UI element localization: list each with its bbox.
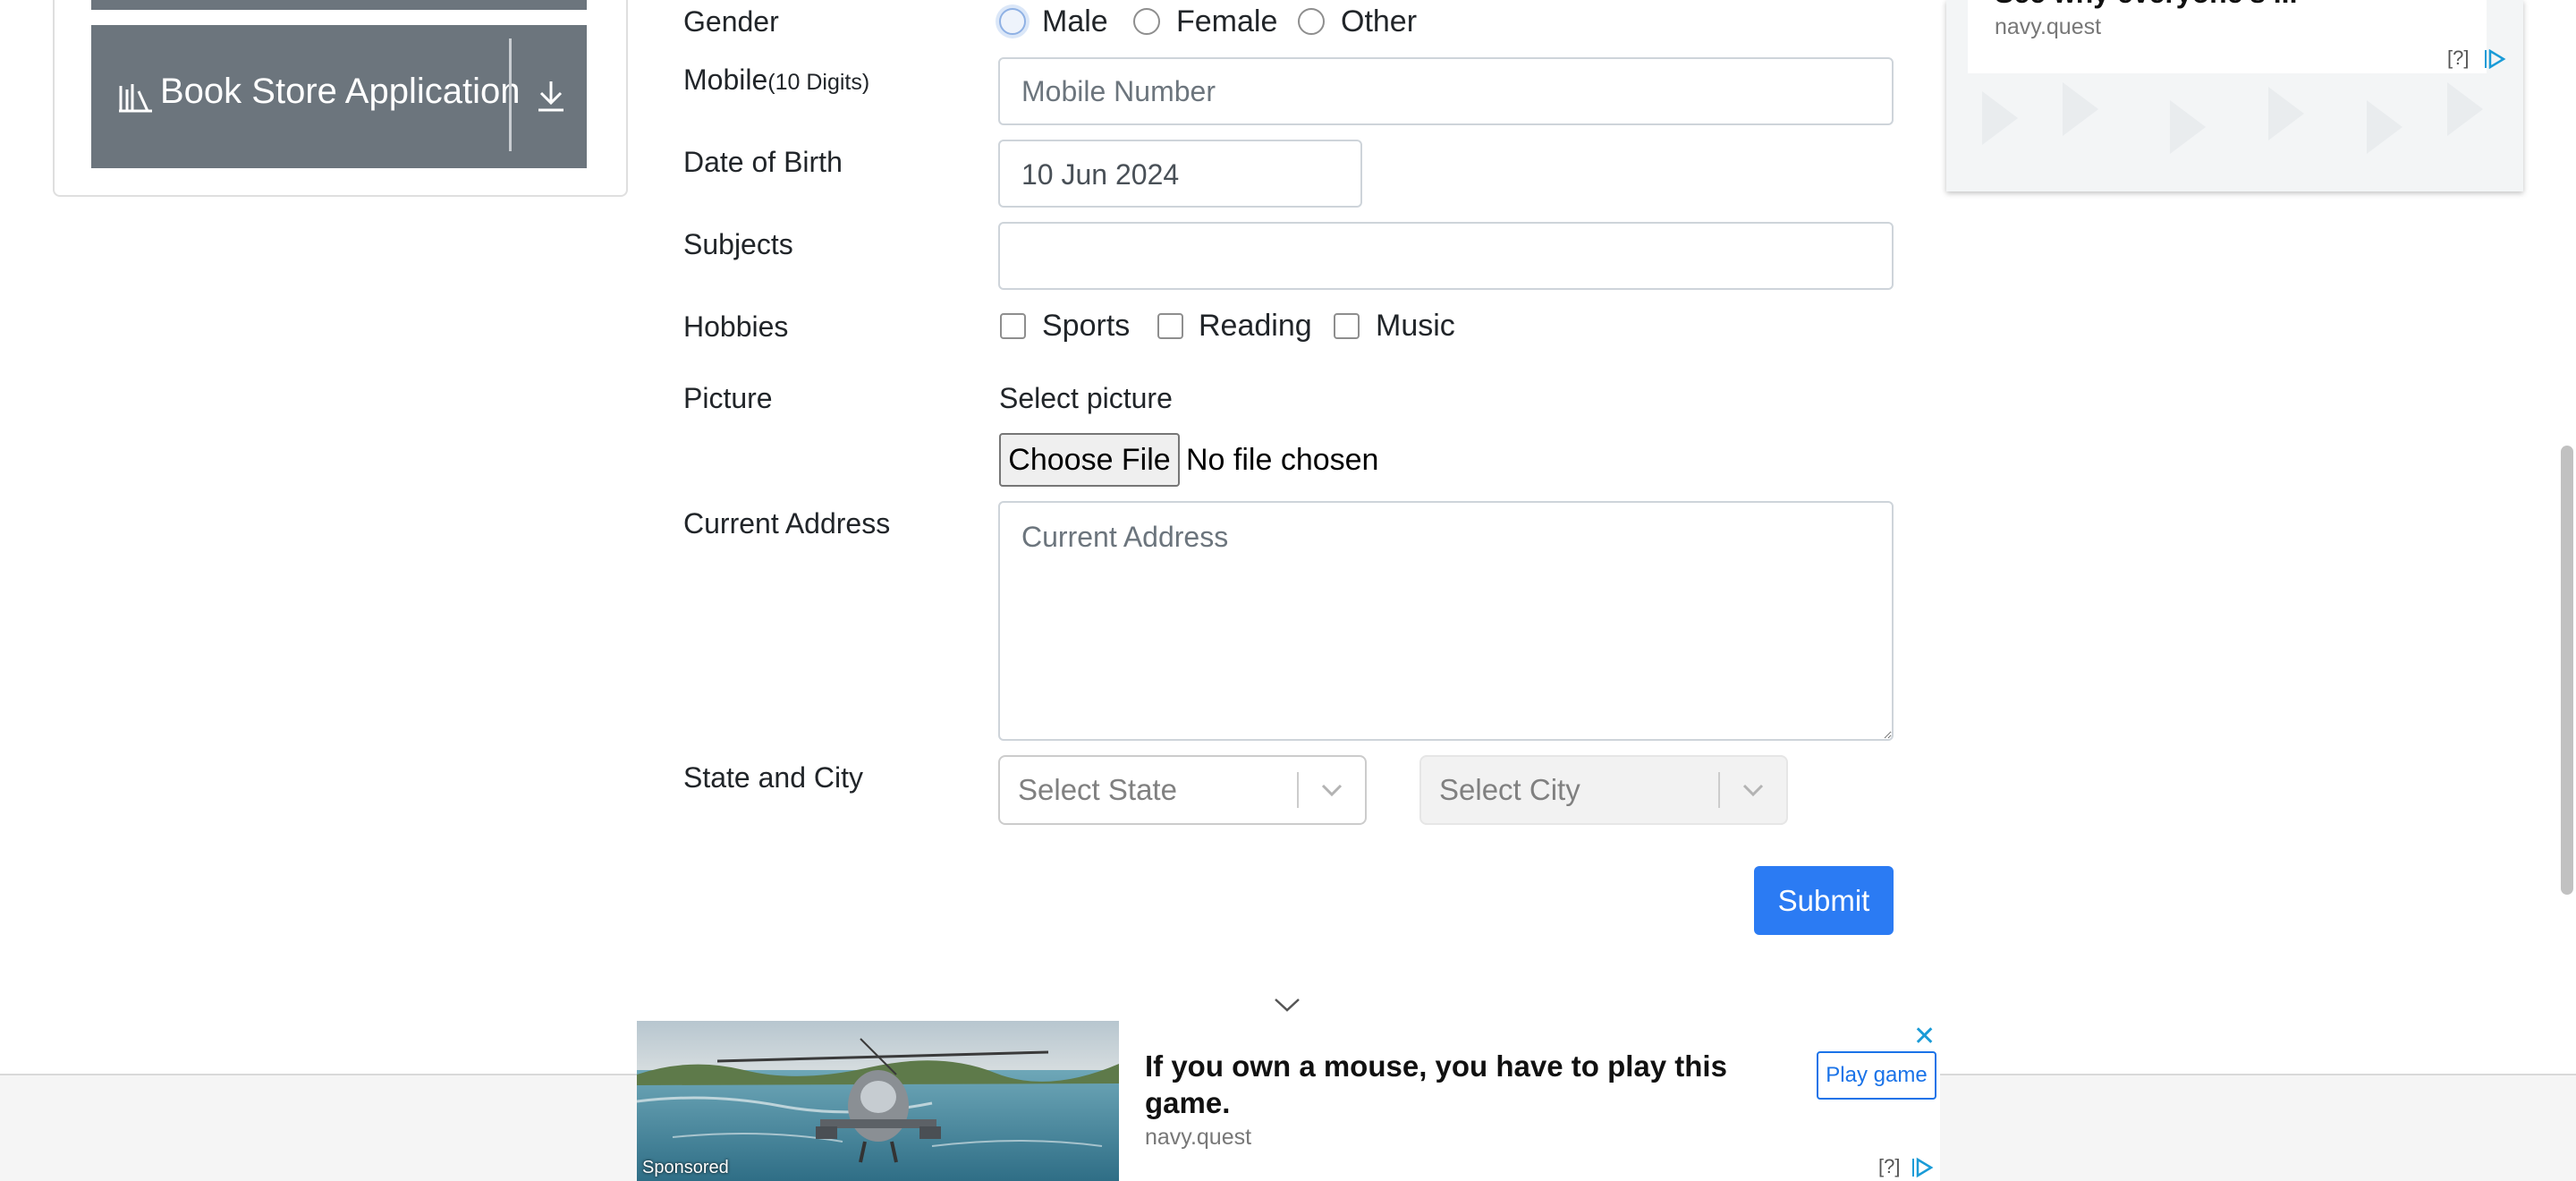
hobby-option-sports[interactable]: Sports	[1042, 309, 1130, 344]
ad-helicopter-image[interactable]: Sponsored	[637, 1021, 1119, 1181]
ad-bottom-domain: navy.quest	[1145, 1125, 1252, 1150]
adchoices-icon[interactable]	[2483, 48, 2506, 70]
books-icon	[119, 84, 152, 113]
ad-close-icon[interactable]: ✕	[1913, 1021, 1936, 1052]
mobile-number-input[interactable]	[998, 57, 1894, 125]
download-icon[interactable]	[536, 79, 566, 113]
collapse-chevron-icon[interactable]	[1273, 995, 1301, 1015]
ad-sponsored-label: Sponsored	[642, 1158, 729, 1177]
gender-label: Gender	[683, 5, 779, 38]
ad-bottom-banner[interactable]: Sponsored If you own a mouse, you have t…	[637, 1021, 1940, 1181]
mobile-label: Mobile(10 Digits)	[683, 64, 869, 97]
ad-bottom-info[interactable]: [?]	[1878, 1155, 1900, 1178]
state-select[interactable]: Select State	[998, 755, 1367, 825]
current-address-textarea[interactable]	[998, 501, 1894, 741]
button-divider	[509, 38, 512, 151]
date-of-birth-input[interactable]: 10 Jun 2024	[998, 140, 1362, 208]
scrollbar-thumb[interactable]	[2561, 446, 2573, 895]
ad-top-domain: navy.quest	[1995, 14, 2102, 39]
select-picture-label: Select picture	[999, 382, 1173, 414]
subjects-input[interactable]	[998, 222, 1894, 290]
mobile-label-text: Mobile	[683, 64, 768, 96]
book-store-application-button[interactable]: Book Store Application	[91, 25, 587, 168]
current-address-label: Current Address	[683, 507, 891, 540]
city-select[interactable]: Select City	[1419, 755, 1788, 825]
hobby-checkbox-music[interactable]	[1334, 313, 1360, 339]
submit-button[interactable]: Submit	[1754, 866, 1894, 935]
chevron-down-icon[interactable]	[1740, 778, 1767, 802]
ad-top-content: See why everyone's ... navy.quest	[1968, 0, 2487, 73]
mobile-hint: (10 Digits)	[767, 70, 870, 95]
subjects-label: Subjects	[683, 228, 793, 260]
left-menu-button-previous[interactable]	[91, 0, 587, 10]
book-store-application-label: Book Store Application	[160, 72, 521, 111]
gender-radio-female[interactable]	[1133, 8, 1160, 35]
city-select-placeholder: Select City	[1439, 773, 1580, 806]
hobby-option-reading[interactable]: Reading	[1199, 309, 1312, 344]
picture-label: Picture	[683, 382, 773, 414]
ad-bottom-headline[interactable]: If you own a mouse, you have to play thi…	[1145, 1048, 1735, 1121]
hobbies-label: Hobbies	[683, 310, 789, 343]
gender-option-male[interactable]: Male	[1042, 4, 1108, 39]
ad-top-headline: See why everyone's ...	[1995, 0, 2297, 10]
hobby-option-music[interactable]: Music	[1376, 309, 1455, 344]
play-game-button[interactable]: Play game	[1817, 1051, 1936, 1100]
file-status-text: No file chosen	[1186, 443, 1379, 477]
adchoices-icon[interactable]	[1911, 1157, 1934, 1178]
ad-top-info[interactable]: [?]	[2447, 47, 2469, 70]
gender-option-female[interactable]: Female	[1176, 4, 1277, 39]
hobby-checkbox-reading[interactable]	[1157, 313, 1183, 339]
choose-file-button[interactable]: Choose File	[999, 433, 1180, 487]
gender-radio-male[interactable]	[999, 8, 1026, 35]
gender-option-other[interactable]: Other	[1341, 4, 1417, 39]
city-select-separator	[1718, 772, 1720, 808]
chevron-down-icon[interactable]	[1318, 778, 1345, 802]
state-and-city-label: State and City	[683, 761, 863, 794]
date-of-birth-label: Date of Birth	[683, 146, 843, 178]
date-of-birth-value: 10 Jun 2024	[1021, 158, 1180, 191]
hobby-checkbox-sports[interactable]	[1000, 313, 1026, 339]
ad-top-right[interactable]: See why everyone's ... navy.quest [?]	[1946, 0, 2523, 191]
state-select-separator	[1297, 772, 1299, 808]
ad-pattern-background	[1982, 82, 2483, 154]
gender-radio-other[interactable]	[1298, 8, 1325, 35]
state-select-placeholder: Select State	[1018, 773, 1177, 806]
